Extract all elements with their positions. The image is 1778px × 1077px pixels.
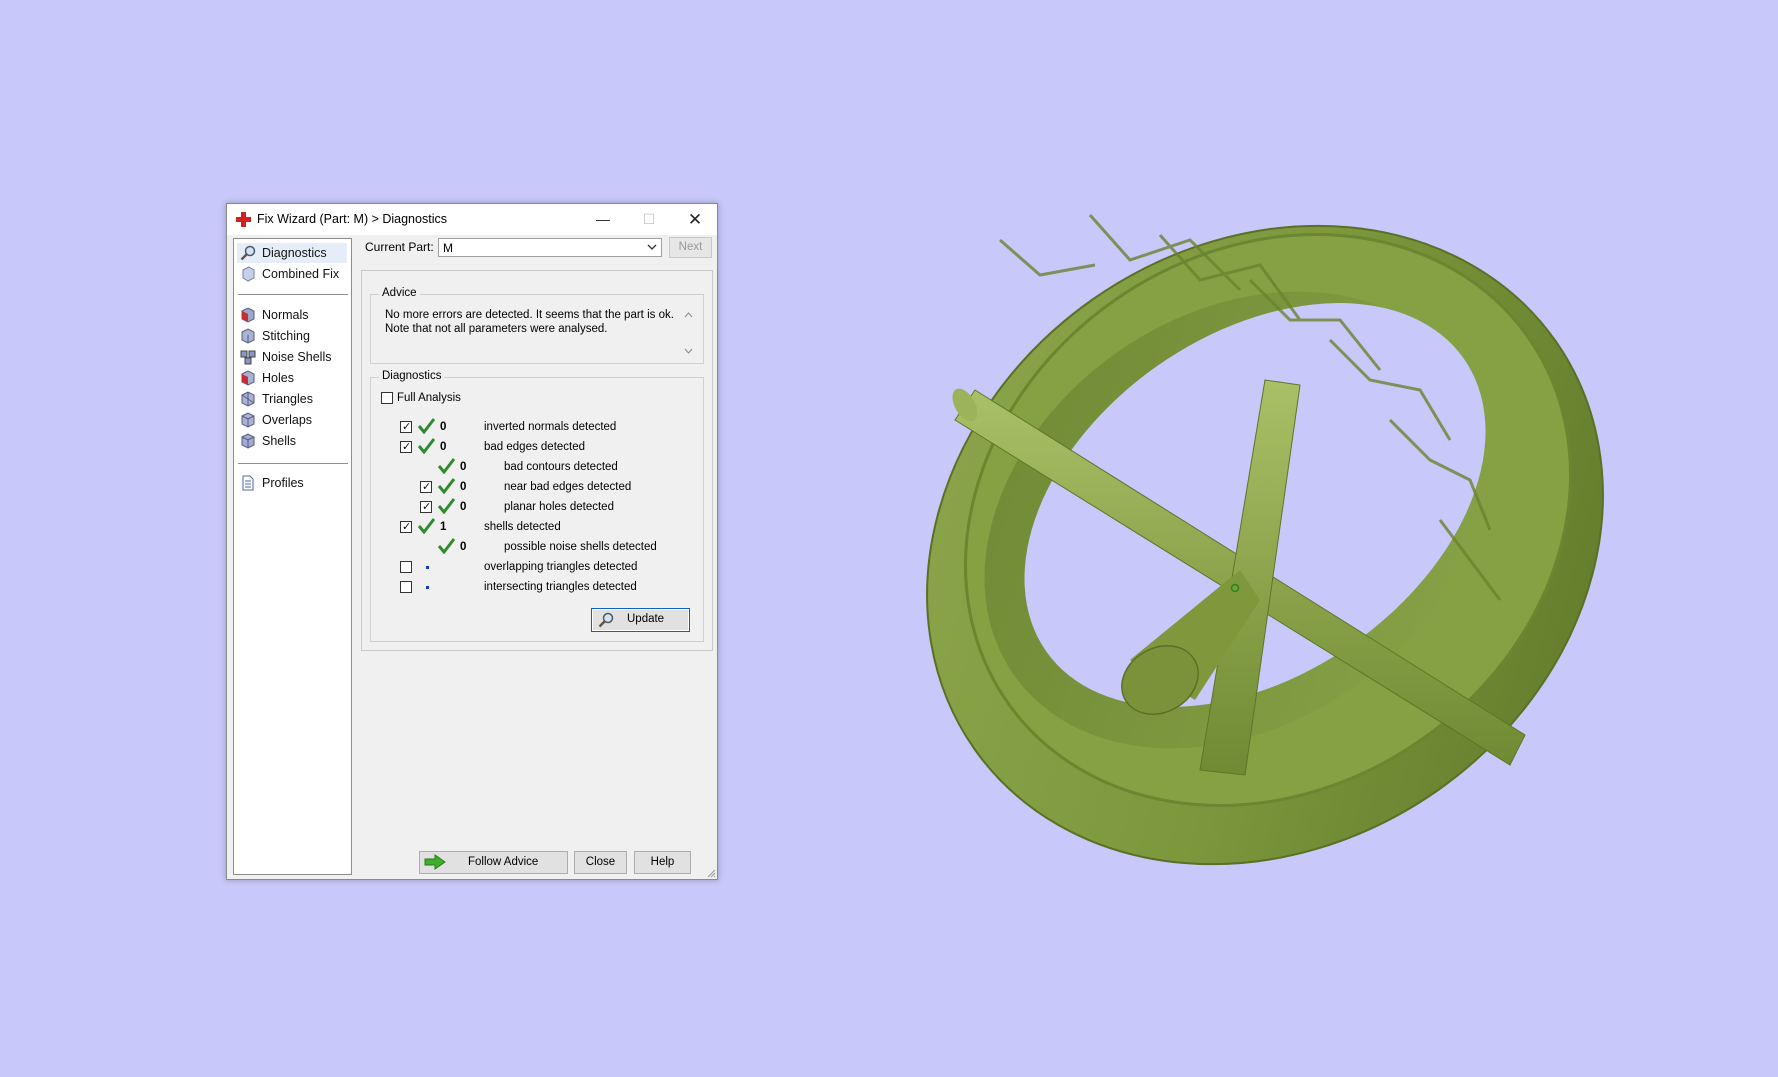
diagnostic-count: 0 <box>460 501 467 513</box>
wizard-sidebar: Diagnostics Combined Fix Normals Stitchi… <box>233 238 352 875</box>
sidebar-item-profiles[interactable]: Profiles <box>237 473 347 493</box>
diagnostic-count: 0 <box>440 441 447 453</box>
diagnostic-count: 1 <box>440 521 447 533</box>
magnifier-icon <box>598 612 614 628</box>
green-arrow-icon <box>424 854 446 870</box>
full-analysis-checkbox[interactable] <box>381 392 393 404</box>
follow-advice-button[interactable]: Follow Advice <box>419 851 568 874</box>
diagnostic-count: 0 <box>460 461 467 473</box>
follow-advice-label: Follow Advice <box>468 856 539 868</box>
sidebar-item-holes[interactable]: Holes <box>237 368 347 388</box>
normals-cube-icon <box>241 307 255 323</box>
noise-shells-icon <box>240 350 256 365</box>
green-check-icon <box>438 458 455 474</box>
green-check-icon <box>438 478 455 494</box>
help-button[interactable]: Help <box>634 851 691 874</box>
shells-cube-icon <box>241 433 255 449</box>
green-check-icon <box>418 418 435 434</box>
close-button[interactable]: Close <box>574 851 627 874</box>
sidebar-item-label: Noise Shells <box>262 350 332 364</box>
intersecting-triangles-checkbox[interactable] <box>400 581 412 593</box>
title-bar[interactable]: Fix Wizard (Part: M) > Diagnostics — ☐ ✕ <box>227 204 717 235</box>
diagnostic-label: planar holes detected <box>504 501 614 513</box>
scroll-down-icon[interactable] <box>684 348 693 354</box>
diagnostic-label: possible noise shells detected <box>504 541 657 553</box>
scroll-up-icon[interactable] <box>684 312 693 318</box>
resize-grip-icon[interactable] <box>707 869 716 878</box>
chevron-down-icon <box>647 244 657 250</box>
magnifier-icon <box>240 245 256 261</box>
diagnostic-count: 0 <box>440 421 447 433</box>
wheel-model[interactable] <box>802 96 1728 995</box>
pending-dot-icon <box>426 566 429 569</box>
diagnostic-label: shells detected <box>484 521 561 533</box>
sidebar-item-stitching[interactable]: Stitching <box>237 326 347 346</box>
full-analysis-label: Full Analysis <box>397 392 461 404</box>
diagnostic-label: near bad edges detected <box>504 481 632 493</box>
overlaps-cube-icon <box>241 412 255 428</box>
inverted-normals-checkbox[interactable]: ✓ <box>400 421 412 433</box>
overlapping-triangles-checkbox[interactable] <box>400 561 412 573</box>
sidebar-item-label: Overlaps <box>262 413 313 427</box>
sidebar-divider <box>238 463 348 464</box>
sidebar-item-label: Stitching <box>262 329 310 343</box>
pending-dot-icon <box>426 586 429 589</box>
sidebar-item-noise-shells[interactable]: Noise Shells <box>237 347 347 367</box>
profiles-document-icon <box>242 475 254 491</box>
diagnostic-label: bad contours detected <box>504 461 618 473</box>
holes-cube-icon <box>241 370 255 386</box>
current-part-value: M <box>443 241 453 255</box>
close-window-button[interactable]: ✕ <box>672 204 718 235</box>
green-check-icon <box>438 498 455 514</box>
green-check-icon <box>438 538 455 554</box>
sidebar-item-label: Holes <box>262 371 294 385</box>
advice-title: Advice <box>379 287 420 299</box>
current-part-label: Current Part: <box>365 240 434 254</box>
maximize-button[interactable]: ☐ <box>626 204 672 235</box>
sidebar-divider <box>238 294 348 295</box>
sidebar-item-shells[interactable]: Shells <box>237 431 347 451</box>
advice-text-line: No more errors are detected. It seems th… <box>385 309 674 321</box>
fix-wizard-dialog: Fix Wizard (Part: M) > Diagnostics — ☐ ✕… <box>226 203 718 880</box>
diagnostics-title: Diagnostics <box>379 370 445 382</box>
sidebar-item-combined-fix[interactable]: Combined Fix <box>237 264 347 284</box>
sidebar-item-label: Combined Fix <box>262 267 340 281</box>
diagnostic-count: 0 <box>460 481 467 493</box>
sidebar-item-label: Shells <box>262 434 297 448</box>
combined-fix-icon <box>242 266 255 282</box>
sidebar-item-overlaps[interactable]: Overlaps <box>237 410 347 430</box>
green-check-icon <box>418 518 435 534</box>
shells-checkbox[interactable]: ✓ <box>400 521 412 533</box>
sidebar-item-label: Profiles <box>262 476 304 490</box>
sidebar-item-label: Diagnostics <box>262 246 327 260</box>
green-check-icon <box>418 438 435 454</box>
sidebar-item-label: Triangles <box>262 392 313 406</box>
stitching-cube-icon <box>241 328 255 344</box>
near-bad-edges-checkbox[interactable]: ✓ <box>420 481 432 493</box>
diagnostic-label: intersecting triangles detected <box>484 581 637 593</box>
sidebar-item-diagnostics[interactable]: Diagnostics <box>237 243 347 263</box>
bad-edges-checkbox[interactable]: ✓ <box>400 441 412 453</box>
diagnostic-label: bad edges detected <box>484 441 586 453</box>
sidebar-item-normals[interactable]: Normals <box>237 305 347 325</box>
update-label: Update <box>627 613 665 625</box>
window-title: Fix Wizard (Part: M) > Diagnostics <box>257 212 447 226</box>
planar-holes-checkbox[interactable]: ✓ <box>420 501 432 513</box>
red-cross-icon <box>236 212 251 227</box>
current-part-select[interactable]: M <box>438 238 662 257</box>
update-button[interactable]: Update <box>591 608 690 632</box>
minimize-button[interactable]: — <box>580 204 626 235</box>
next-button[interactable]: Next <box>669 237 712 258</box>
sidebar-item-triangles[interactable]: Triangles <box>237 389 347 409</box>
diagnostic-label: overlapping triangles detected <box>484 561 638 573</box>
diagnostic-count: 0 <box>460 541 467 553</box>
triangles-cube-icon <box>241 391 255 407</box>
advice-text-line: Note that not all parameters were analys… <box>385 323 608 335</box>
sidebar-item-label: Normals <box>262 308 309 322</box>
advice-text-box: No more errors are detected. It seems th… <box>375 302 700 360</box>
diagnostic-label: inverted normals detected <box>484 421 617 433</box>
